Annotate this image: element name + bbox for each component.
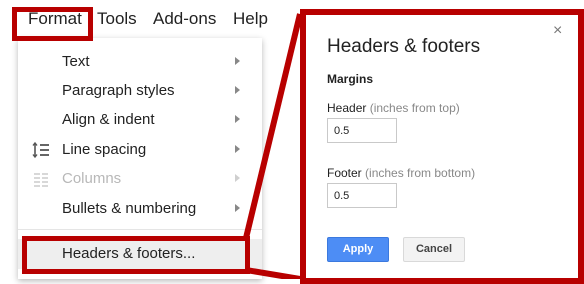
menu-tools[interactable]: Tools: [97, 8, 137, 30]
footer-margin-input[interactable]: [327, 183, 397, 208]
menu-add-ons[interactable]: Add-ons: [153, 8, 216, 30]
margins-heading: Margins: [327, 72, 374, 86]
menu-item-label: Headers & footers...: [62, 245, 196, 262]
submenu-arrow-icon: [235, 204, 240, 212]
submenu-arrow-icon: [235, 57, 240, 65]
menu-format[interactable]: Format: [20, 5, 82, 33]
header-margin-input[interactable]: [327, 118, 397, 143]
menu-item-line-spacing[interactable]: Line spacing: [18, 136, 262, 164]
columns-icon: [34, 173, 48, 187]
footer-field-label: Footer (inches from bottom): [327, 166, 475, 180]
menu-item-bullets-numbering[interactable]: Bullets & numbering: [18, 195, 262, 223]
format-menu: Text Paragraph styles Align & indent Lin…: [18, 38, 262, 279]
footer-label-text: Footer: [327, 166, 362, 180]
footer-hint-text: (inches from bottom): [365, 166, 476, 180]
close-icon[interactable]: ×: [553, 22, 562, 40]
menu-item-label: Columns: [62, 170, 122, 187]
line-spacing-icon: [32, 141, 49, 159]
header-label-text: Header: [327, 101, 367, 115]
menu-item-columns: Columns: [18, 165, 262, 193]
menu-divider: [18, 229, 262, 230]
header-field-label: Header (inches from top): [327, 101, 460, 115]
menu-item-align-indent[interactable]: Align & indent: [18, 106, 262, 134]
dialog-title: Headers & footers: [327, 36, 481, 57]
menu-item-text[interactable]: Text: [18, 48, 262, 76]
menu-item-headers-footers[interactable]: Headers & footers...: [18, 239, 262, 269]
cancel-button[interactable]: Cancel: [403, 237, 465, 262]
submenu-arrow-icon: [235, 145, 240, 153]
menu-item-paragraph-styles[interactable]: Paragraph styles: [18, 77, 262, 105]
submenu-arrow-icon: [235, 115, 240, 123]
header-hint-text: (inches from top): [369, 101, 460, 115]
menu-bar: Format Tools Add-ons Help: [0, 0, 268, 40]
apply-button[interactable]: Apply: [327, 237, 389, 262]
menu-help[interactable]: Help: [233, 8, 268, 30]
menu-item-label: Text: [62, 53, 90, 70]
menu-item-label: Bullets & numbering: [62, 200, 197, 217]
submenu-arrow-icon: [235, 174, 240, 182]
menu-item-label: Paragraph styles: [62, 82, 175, 99]
menu-item-label: Line spacing: [62, 141, 147, 158]
menu-item-label: Align & indent: [62, 111, 155, 128]
submenu-arrow-icon: [235, 86, 240, 94]
